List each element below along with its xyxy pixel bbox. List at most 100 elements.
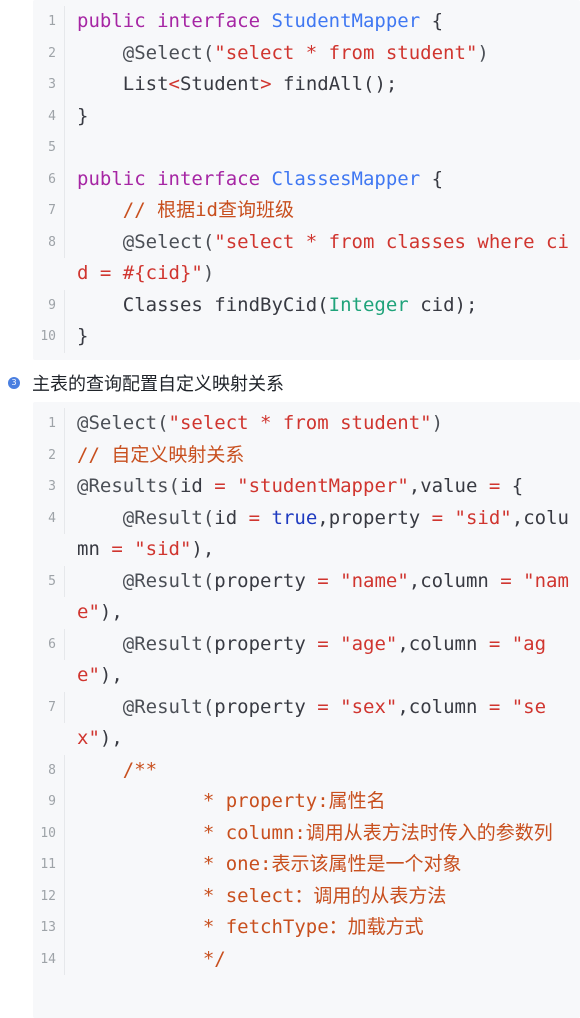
code-line: 8 @Select("select * from classes where c… [33,226,580,290]
line-number: 12 [33,880,65,912]
line-number: 4 [33,100,65,132]
code-token: = [431,506,455,529]
code-line: 10 * column:调用从表方法时传入的参数列 [33,817,580,850]
code-token: * property:属性名 [202,790,386,812]
code-token: "sex" [340,695,398,718]
code-text: public interface ClassesMapper { [65,164,580,196]
code-token: "age" [340,632,398,655]
section-heading: 3 主表的查询配置自定义映射关系 [8,370,284,396]
code-text: @Select("select * from student") [65,408,580,440]
code-line: 12 * select：调用的从表方法 [33,880,580,912]
line-number: 5 [33,565,65,597]
code-token: * fetchType：加载方式 [202,916,424,938]
code-token: true [271,506,318,529]
section-heading-text: 主表的查询配置自定义映射关系 [32,374,284,395]
code-text: // 根据id查询班级 [65,195,580,227]
code-token: @Results( [77,475,180,497]
line-number: 2 [33,439,65,471]
line-number: 2 [33,37,65,69]
code-text: * fetchType：加载方式 [65,912,580,944]
code-text: @Result(property = "sex",column = "sex")… [65,692,580,755]
code-token: Classes findByCid( [77,293,329,316]
code-token: id [214,506,249,529]
code-token: = [500,569,524,592]
code-token: @Result( [122,569,215,592]
code-token: ), [99,601,123,623]
code-line: 9 * property:属性名 [33,786,580,818]
code-token: interface [157,10,272,32]
code-line: 1 @Select("select * from student") [33,408,580,440]
code-text: public interface StudentMapper { [65,6,580,38]
line-number: 10 [33,817,65,849]
code-token: ,column [408,569,501,592]
code-text: * column:调用从表方法时传入的参数列 [65,818,580,850]
code-token: * column:调用从表方法时传入的参数列 [202,821,553,844]
code-text: * one:表示该属性是一个对象 [65,849,580,881]
code-token: } [77,104,89,127]
code-token: ), [191,538,215,560]
code-line: 3 List<Student> findAll(); [33,69,580,101]
code-text: List<Student> findAll(); [65,69,580,101]
code-text: */ [65,944,580,976]
code-line: 1 public interface StudentMapper { [33,6,580,38]
code-token: ), [99,664,123,686]
code-token: @Select( [122,41,215,64]
code-text: @Result(id = true,property = "sid",colum… [65,503,580,566]
code-token: ClassesMapper [271,167,421,190]
code-token: // 根据id查询班级 [122,199,294,221]
code-token: id [179,475,215,497]
code-block-results[interactable]: 1 @Select("select * from student") 2// 自定义… [33,402,580,1018]
code-token: property [214,695,318,718]
line-number: 11 [33,849,65,881]
code-token: = [488,632,512,655]
code-line: 8 /** [33,754,580,786]
code-token: { [420,10,444,32]
code-text: } [65,321,580,353]
code-token: < [168,73,180,95]
code-line: 6 @Result(property = "age",column = "age… [33,628,580,692]
line-number: 7 [33,691,65,723]
line-number: 9 [33,786,65,818]
line-number: 1 [33,6,65,38]
code-line: 4 @Result(id = true,property = "sid",col… [33,502,580,566]
code-line: 5 [33,132,580,164]
code-block-mappers[interactable]: 1 public interface StudentMapper {2 @Sele… [33,0,580,360]
line-number: 10 [33,321,65,353]
code-token: ,property [317,506,432,529]
line-number: 6 [33,163,65,195]
code-token: interface [157,167,272,190]
code-token: ,value [408,475,489,497]
code-token: "select * from student" [214,41,478,64]
code-token: } [77,325,89,347]
code-line: 7 // 根据id查询班级 [33,195,580,227]
code-token: = [317,695,341,718]
code-token: "sid" [454,506,512,529]
code-token: * one:表示该属性是一个对象 [202,853,462,875]
code-token: { [511,475,524,497]
code-token: @Result( [122,695,215,718]
code-line: 7 @Result(property = "sex",column = "sex… [33,691,580,755]
code-token: Integer [328,293,409,316]
line-number: 3 [33,69,65,101]
code-token: StudentMapper [271,10,421,32]
line-number: 7 [33,195,65,227]
code-token: /** [122,758,158,781]
line-number: 9 [33,289,65,321]
code-token: ) [431,412,444,434]
code-token: = [488,475,512,497]
code-line: 4} [33,100,580,132]
code-token: findAll(); [282,73,398,95]
code-token: ), [99,727,123,749]
line-number: 1 [33,408,65,440]
code-line: 10} [33,321,580,353]
line-number: 8 [33,754,65,786]
code-text: // 自定义映射关系 [65,440,580,472]
code-token: = [248,506,272,529]
